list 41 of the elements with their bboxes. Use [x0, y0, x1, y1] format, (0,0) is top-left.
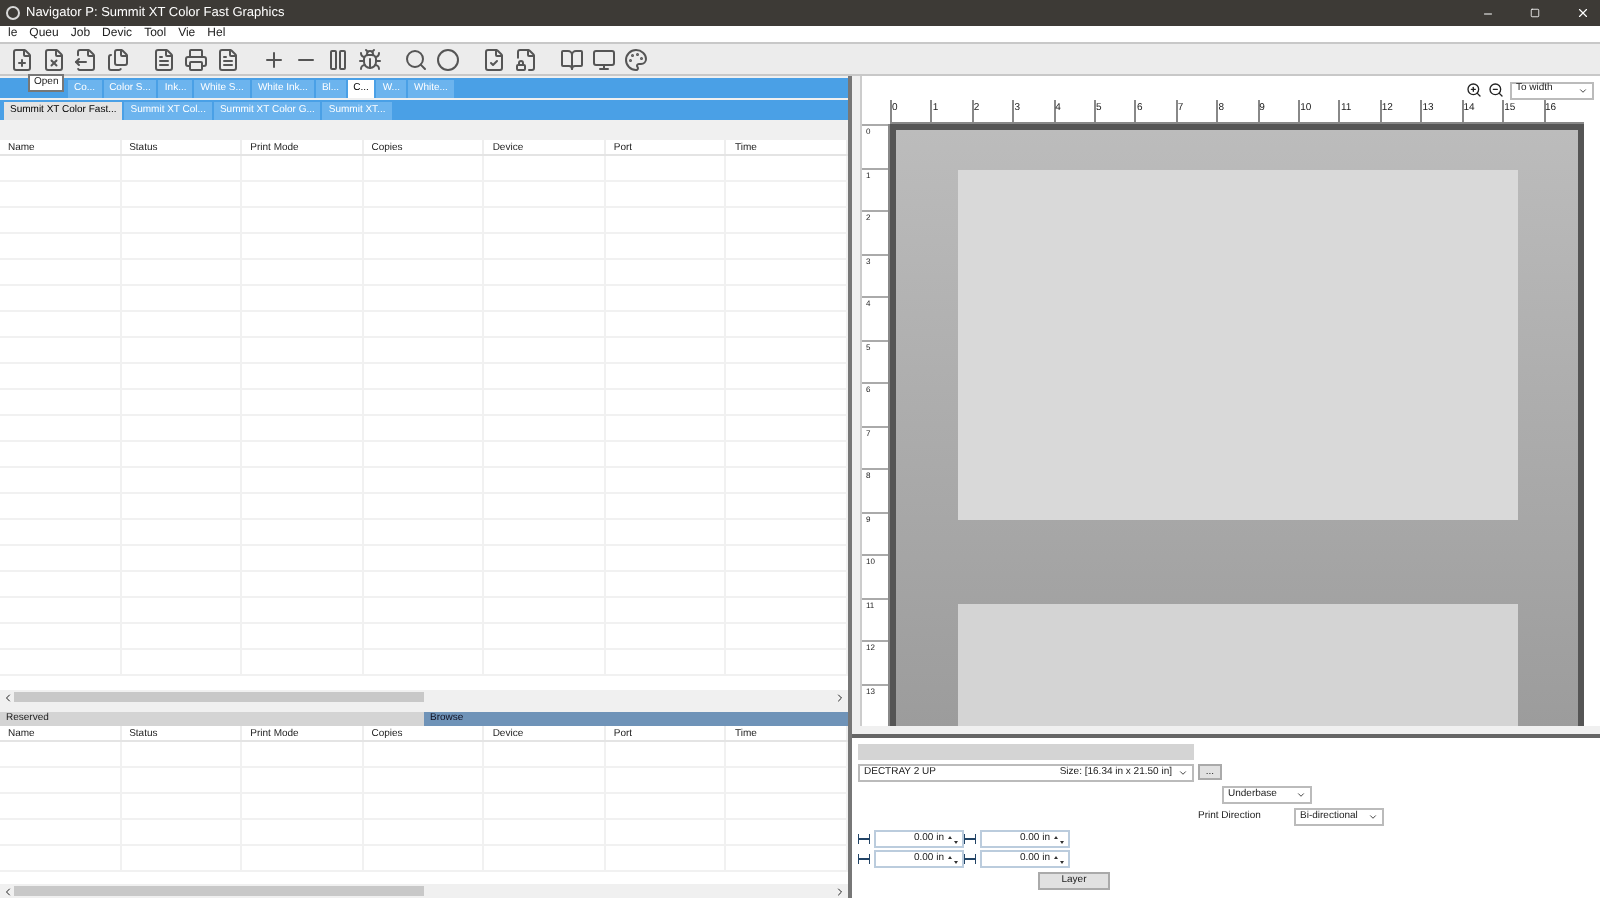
margin-icon	[858, 834, 870, 844]
chevron-down-icon	[1578, 85, 1588, 95]
horizontal-scrollbar[interactable]	[0, 690, 848, 704]
circle-icon[interactable]	[436, 47, 460, 71]
printer-icon[interactable]	[184, 47, 208, 71]
app-logo-icon	[6, 6, 20, 20]
page-icon[interactable]	[216, 47, 240, 71]
spin-arrows-icon[interactable]	[1054, 835, 1064, 843]
close-icon[interactable]	[1576, 6, 1590, 20]
chevron-down-icon	[1296, 790, 1306, 800]
plus-icon[interactable]	[262, 47, 286, 71]
delete-file-icon[interactable]	[42, 47, 66, 71]
chevron-down-icon	[1178, 768, 1188, 778]
maximize-icon[interactable]	[1530, 8, 1540, 18]
magnifier-icon[interactable]	[404, 47, 428, 71]
file-check-icon[interactable]	[482, 47, 506, 71]
chevron-down-icon	[1368, 812, 1378, 822]
margin-icon	[858, 854, 870, 864]
new-file-icon[interactable]	[10, 47, 34, 71]
zoom-in-icon[interactable]	[1466, 82, 1482, 98]
scroll-left-icon[interactable]	[2, 885, 14, 897]
horizontal-scrollbar[interactable]	[0, 884, 848, 898]
spin-arrows-icon[interactable]	[948, 855, 958, 863]
files-icon[interactable]	[106, 47, 130, 71]
minimize-icon[interactable]	[1482, 7, 1494, 19]
scroll-right-icon[interactable]	[834, 691, 846, 703]
pause-icon[interactable]	[326, 47, 350, 71]
spin-arrows-icon[interactable]	[1054, 855, 1064, 863]
spin-arrows-icon[interactable]	[948, 835, 958, 843]
zoom-out-icon[interactable]	[1488, 82, 1504, 98]
monitor-icon[interactable]	[592, 47, 616, 71]
bug-icon[interactable]	[358, 47, 382, 71]
margin-icon	[964, 834, 976, 844]
document-icon[interactable]	[152, 47, 176, 71]
palette-icon[interactable]	[624, 47, 648, 71]
margin-icon	[964, 854, 976, 864]
scroll-right-icon[interactable]	[834, 885, 846, 897]
scroll-left-icon[interactable]	[2, 691, 14, 703]
file-arrow-icon[interactable]	[74, 47, 98, 71]
file-lock-icon[interactable]	[514, 47, 538, 71]
book-icon[interactable]	[560, 47, 584, 71]
